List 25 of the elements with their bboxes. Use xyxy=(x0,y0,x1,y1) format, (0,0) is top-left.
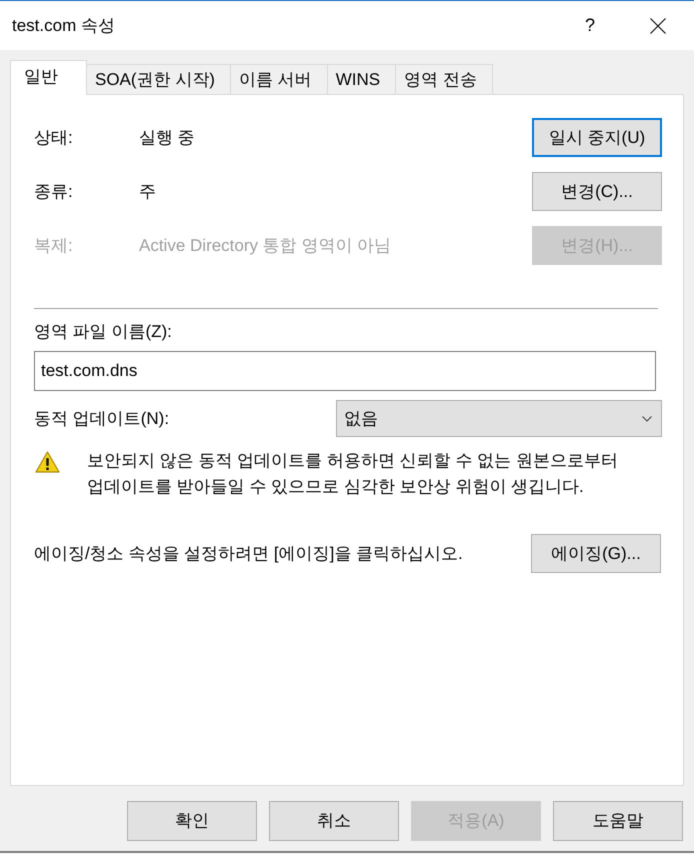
warning-text: 보안되지 않은 동적 업데이트를 허용하면 신뢰할 수 없는 원본으로부터 업데이트를 받아들일 수 있으므로 심각한 보안상 위험이 생깁니다. xyxy=(87,450,619,498)
dropdown[interactable]: 없음 xyxy=(336,400,662,437)
dialog-button[interactable]: 도움말 xyxy=(553,801,683,841)
field-label: 영역 파일 이름(Z): xyxy=(34,321,172,343)
tab[interactable]: 영역 전송 xyxy=(395,64,493,95)
field-value: 주 xyxy=(139,180,156,203)
text-field[interactable]: test.com.dns xyxy=(34,351,656,391)
field-label: 동적 업데이트(N): xyxy=(34,408,170,430)
action-button[interactable]: 일시 중지(U) xyxy=(532,118,662,157)
window-title: test.com 속성 xyxy=(12,14,115,37)
chevron-down-icon xyxy=(642,416,652,422)
close-icon xyxy=(650,18,666,34)
field-value: 실행 중 xyxy=(139,126,195,149)
help-button[interactable]: ? xyxy=(567,6,613,46)
warning-icon xyxy=(35,451,60,473)
field-label: 상태: xyxy=(34,126,74,149)
field-value: Active Directory 통합 영역이 아님 xyxy=(139,234,392,257)
dialog-button[interactable]: 확인 xyxy=(127,801,257,841)
field-label: 복제: xyxy=(34,234,74,257)
dialog-button[interactable]: 취소 xyxy=(269,801,399,841)
tab[interactable]: 일반 xyxy=(10,60,87,95)
field-label: 종류: xyxy=(34,180,74,203)
action-button[interactable]: 변경(C)... xyxy=(532,172,662,211)
aging-hint: 에이징/청소 속성을 설정하려면 [에이징]을 클릭하십시오. xyxy=(34,542,463,565)
action-button[interactable]: 에이징(G)... xyxy=(531,534,661,573)
